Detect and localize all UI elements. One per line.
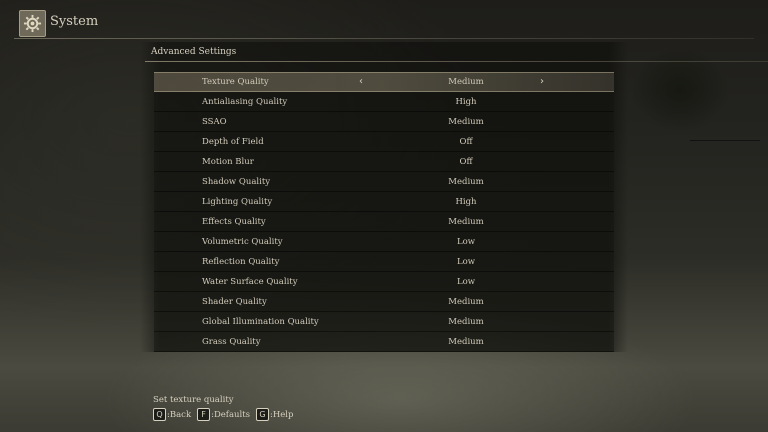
key-hint-label: :Back [167,409,192,420]
gear-icon [19,10,46,37]
key-hints: Q:Back F:Defaults G:Help [153,408,293,421]
page-title: System [50,14,99,29]
setting-row-grass-quality[interactable]: Grass Quality Medium [154,332,614,352]
header-divider [14,38,754,39]
background-trees [620,30,768,180]
chevron-left-icon[interactable]: ‹ [359,76,363,87]
key-badge: F [197,408,211,421]
setting-value: Medium [448,176,484,187]
setting-label: Lighting Quality [202,196,273,207]
setting-row-water-surface-quality[interactable]: Water Surface Quality Low [154,272,614,292]
setting-value: Low [456,236,476,247]
key-hint-label: :Defaults [211,409,250,420]
setting-label: SSAO [202,116,227,127]
setting-label: Reflection Quality [202,256,280,267]
chevron-right-icon[interactable]: › [540,76,544,87]
key-hint-g[interactable]: G:Help [256,408,293,421]
setting-row-volumetric-quality[interactable]: Volumetric Quality Low [154,232,614,252]
setting-value: Medium [448,296,484,307]
setting-value: Medium [448,216,484,227]
background-fence [690,140,760,141]
setting-value: Medium [448,77,484,87]
setting-row-global-illumination-quality[interactable]: Global Illumination Quality Medium [154,312,614,332]
setting-label: Global Illumination Quality [202,316,319,327]
setting-label: Effects Quality [202,216,266,227]
header: System [0,0,768,48]
setting-row-reflection-quality[interactable]: Reflection Quality Low [154,252,614,272]
key-hint-q[interactable]: Q:Back [153,408,191,421]
setting-row-shadow-quality[interactable]: Shadow Quality Medium [154,172,614,192]
setting-row-motion-blur[interactable]: Motion Blur Off [154,152,614,172]
setting-label: Texture Quality [202,77,269,87]
setting-label: Shader Quality [202,296,267,307]
key-badge: G [256,408,269,421]
section-divider [145,61,768,62]
setting-value: Medium [448,336,484,347]
key-badge: Q [153,408,166,421]
setting-label: Motion Blur [202,156,254,167]
setting-value: Low [456,276,476,287]
setting-label: Water Surface Quality [202,276,298,287]
setting-value: Medium [448,316,484,327]
setting-label: Antialiasing Quality [202,96,288,107]
setting-value: Off [459,156,473,167]
setting-value: Low [456,256,476,267]
setting-value: High [455,96,477,107]
setting-row-lighting-quality[interactable]: Lighting Quality High [154,192,614,212]
setting-label: Volumetric Quality [202,236,283,247]
setting-label: Grass Quality [202,336,261,347]
key-hint-label: :Help [270,409,294,420]
setting-value: Medium [448,116,484,127]
setting-row-depth-of-field[interactable]: Depth of Field Off [154,132,614,152]
settings-list: Texture Quality ‹ › Medium Antialiasing Qual… [154,72,614,352]
section-title: Advanced Settings [151,47,237,57]
setting-row-shader-quality[interactable]: Shader Quality Medium [154,292,614,312]
setting-row-antialiasing-quality[interactable]: Antialiasing Quality High [154,92,614,112]
setting-description: Set texture quality [153,395,234,405]
setting-label: Depth of Field [202,136,264,147]
setting-row-ssao[interactable]: SSAO Medium [154,112,614,132]
setting-label: Shadow Quality [202,176,271,187]
key-hint-f[interactable]: F:Defaults [197,408,250,421]
setting-row-effects-quality[interactable]: Effects Quality Medium [154,212,614,232]
setting-value: High [455,196,477,207]
setting-value: Off [459,136,473,147]
setting-row-texture-quality[interactable]: Texture Quality ‹ › Medium [154,72,614,92]
